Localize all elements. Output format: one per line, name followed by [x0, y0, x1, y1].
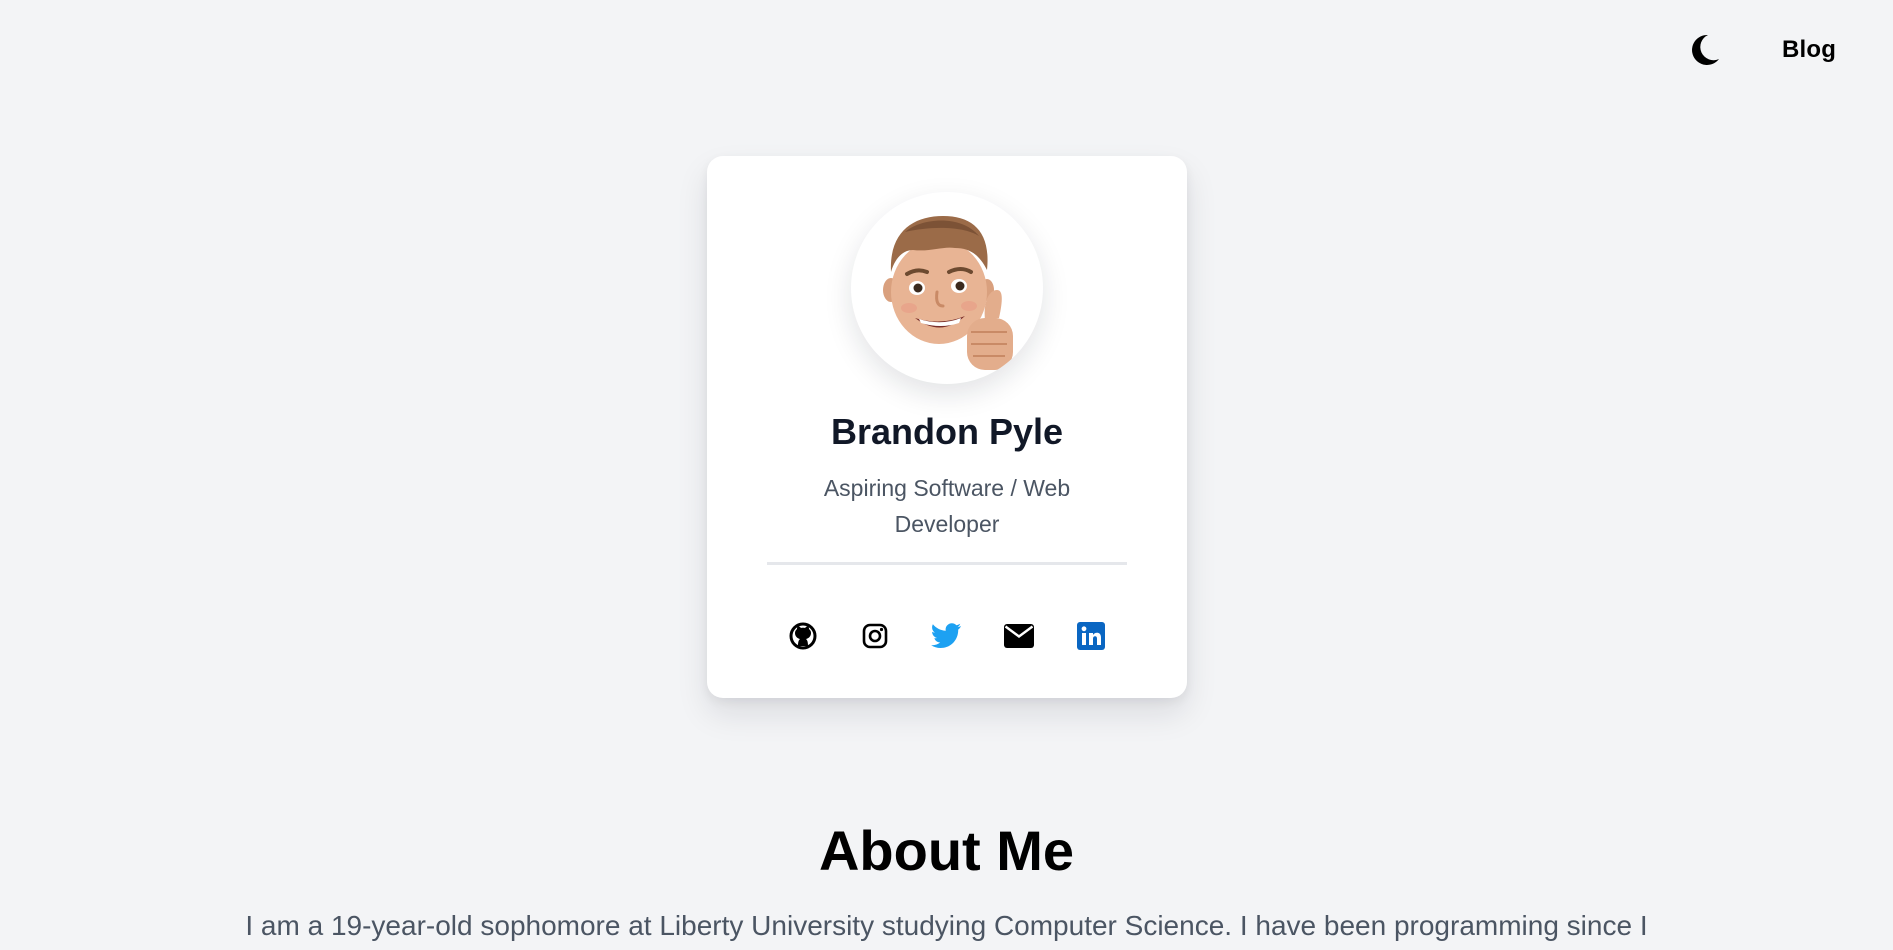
- moon-icon: [1692, 34, 1719, 65]
- twitter-link[interactable]: [925, 614, 969, 658]
- profile-name: Brandon Pyle: [830, 411, 1064, 452]
- instagram-link[interactable]: [853, 614, 897, 658]
- twitter-icon: [931, 623, 961, 648]
- linkedin-link[interactable]: [1069, 614, 1113, 658]
- memoji-avatar-icon: [883, 216, 1013, 370]
- github-link[interactable]: [781, 614, 825, 658]
- linkedin-icon: [1077, 622, 1105, 650]
- profile-role: Aspiring Software / Web Developer: [823, 475, 1071, 537]
- about-paragraph: I am a 19-year-old sophomore at Liberty …: [245, 910, 1648, 941]
- divider: [767, 562, 1127, 565]
- social-links: [767, 606, 1127, 666]
- about-heading: About Me: [818, 819, 1075, 882]
- profile-card: Brandon Pyle Aspiring Software / Web Dev…: [707, 156, 1187, 698]
- github-icon: [789, 622, 817, 650]
- page: Blog Brandon Pyle Aspiring Software / We…: [0, 0, 1893, 950]
- avatar: [851, 192, 1043, 384]
- email-link[interactable]: [997, 614, 1041, 658]
- email-icon: [1004, 624, 1034, 648]
- blog-link[interactable]: Blog: [1782, 36, 1836, 64]
- theme-toggle-button[interactable]: [1684, 30, 1724, 70]
- instagram-icon: [862, 623, 888, 649]
